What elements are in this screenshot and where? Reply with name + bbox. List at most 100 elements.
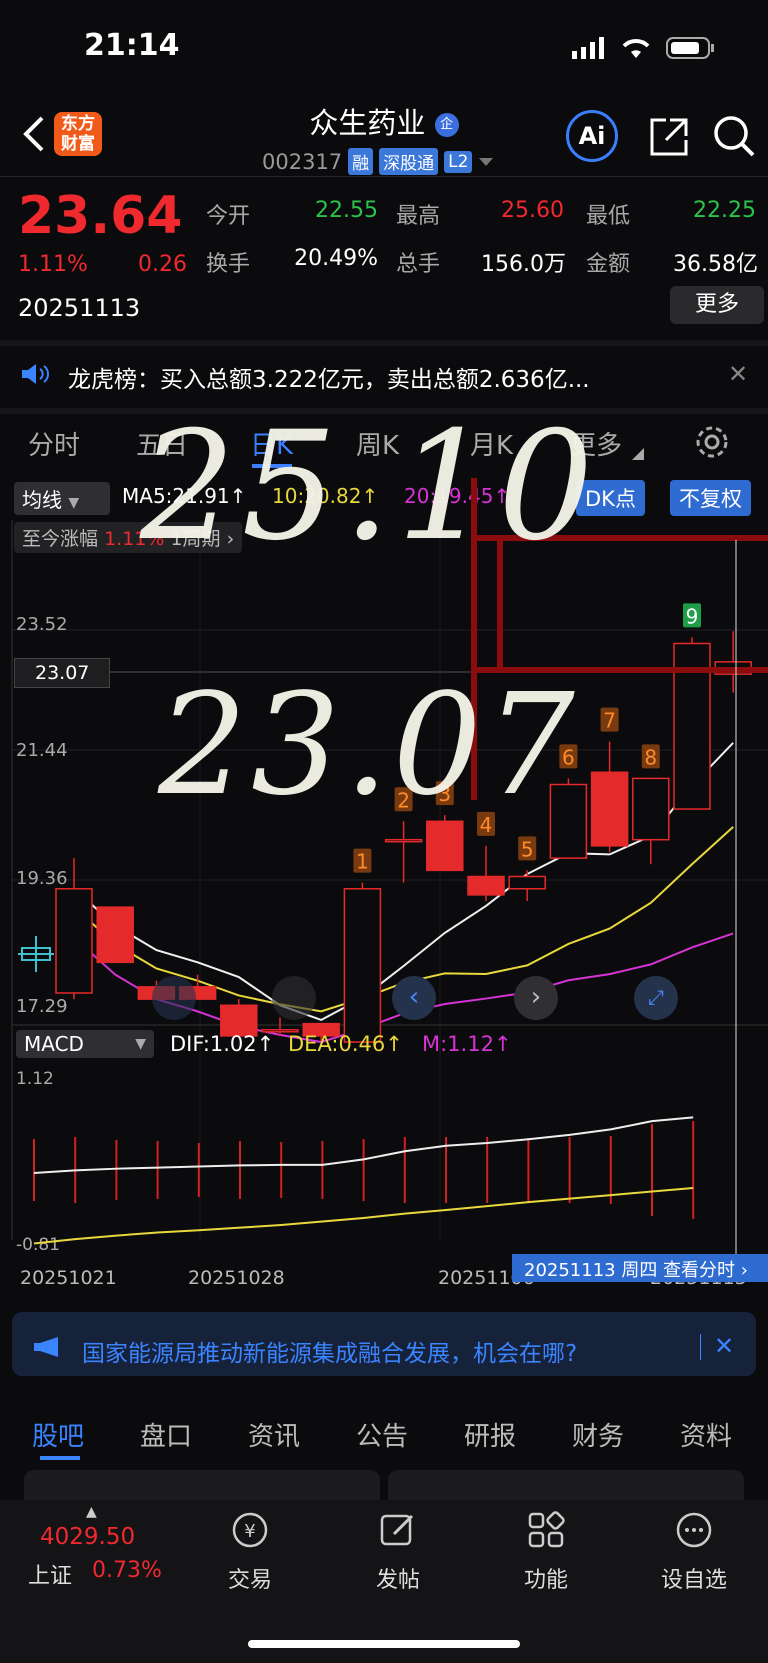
candle-body [632, 777, 670, 841]
promo-divider [700, 1334, 701, 1360]
low-value: 22.25 [693, 198, 756, 223]
candle-body [467, 875, 505, 896]
candle-body [426, 820, 464, 872]
scroll-left-button[interactable]: ‹ [392, 976, 436, 1020]
candle-body [508, 875, 546, 890]
macd-select[interactable]: MACD ▼ [16, 1030, 154, 1058]
dk-marker-label: 8 [644, 745, 657, 769]
stock-subline[interactable]: 002317 融 深股通 L2 [262, 148, 494, 175]
dea-value: DEA:0.46↑ [288, 1032, 403, 1056]
y-tick-label: 17.29 [16, 996, 68, 1017]
settings-gear-icon[interactable] [694, 424, 730, 460]
ai-assistant-button[interactable]: Ai [566, 110, 618, 162]
tab-news[interactable]: 资讯 [248, 1416, 300, 1453]
nav-trade[interactable]: ¥ 交易 [190, 1510, 310, 1594]
nav-watchlist[interactable]: 设自选 [634, 1510, 754, 1594]
dk-marker-label: 7 [603, 709, 616, 733]
candle-body [96, 906, 134, 964]
high-label: 最高 [396, 204, 441, 229]
tab-forum[interactable]: 股吧 [32, 1416, 84, 1453]
tag-connect: 深股通 [379, 148, 439, 175]
active-bottom-tab-indicator [40, 1456, 80, 1460]
view-intraday-button[interactable]: 20251113 周四 查看分时 › [512, 1254, 768, 1282]
zoom-in-button[interactable] [272, 976, 316, 1020]
nav-watchlist-label: 设自选 [660, 1568, 727, 1593]
nav-post[interactable]: 发帖 [338, 1510, 458, 1594]
m-value: M:1.12↑ [422, 1032, 512, 1056]
status-icons [572, 36, 716, 60]
stock-code: 002317 [262, 149, 343, 174]
kline-chart[interactable]: 23.5221.4419.3617.29 12 3456789 1.12-0.81… [0, 478, 768, 1308]
tab-order-book[interactable]: 盘口 [140, 1416, 192, 1453]
dif-value: DIF:1.02↑ [170, 1032, 275, 1056]
enterprise-badge: 企 [434, 113, 459, 137]
dk-marker-label: 5 [521, 837, 534, 861]
index-name[interactable]: 上证 [28, 1558, 72, 1590]
x-axis-label: 20251021 [20, 1267, 117, 1289]
dk-marker-label: 9 [686, 604, 699, 628]
home-indicator [248, 1640, 520, 1648]
y-tick-label: 19.36 [16, 868, 68, 889]
status-time: 21:14 [84, 28, 180, 63]
handwritten-price-23-07: 23.07 [158, 664, 579, 827]
battery-icon [666, 37, 714, 59]
nav-post-label: 发帖 [375, 1568, 420, 1593]
index-value[interactable]: 4029.50 [40, 1524, 135, 1550]
caret-down-icon [479, 157, 494, 166]
tab-finance[interactable]: 财务 [572, 1416, 624, 1453]
megaphone-icon [34, 1337, 58, 1357]
view-intraday-label: 20251113 周四 查看分时 [524, 1260, 736, 1281]
share-icon[interactable] [648, 116, 690, 158]
macd-panel: 1.12 -0.81 [16, 1069, 695, 1255]
last-price: 23.64 [18, 186, 183, 246]
macd-tick-label: 1.12 [16, 1069, 54, 1089]
dragon-tiger-notice[interactable]: 龙虎榜：买入总额3.222亿元，卖出总额2.636亿... [68, 360, 590, 394]
stock-name-text: 众生药业 [309, 106, 426, 140]
turnover-label: 换手 [206, 252, 251, 277]
candle-body [55, 888, 93, 994]
candle-body [343, 888, 382, 1043]
tab-research[interactable]: 研报 [464, 1416, 516, 1453]
close-icon[interactable]: ✕ [728, 360, 748, 388]
low-label: 最低 [586, 204, 631, 229]
svg-text:¥: ¥ [244, 1521, 255, 1542]
candle-body [384, 838, 423, 843]
expand-icon[interactable]: ⤢ [634, 976, 678, 1020]
search-icon[interactable] [712, 114, 756, 158]
nav-function[interactable]: 功能 [486, 1510, 606, 1594]
speaker-icon [22, 364, 49, 384]
trade-icon: ¥ [232, 1512, 268, 1548]
open-value: 22.55 [315, 198, 378, 223]
more-dots-icon [676, 1512, 712, 1548]
close-icon[interactable]: ✕ [714, 1332, 734, 1360]
tab-profile[interactable]: 资料 [680, 1416, 732, 1453]
header-divider [0, 176, 768, 177]
grid-icon [528, 1511, 565, 1548]
tab-announcements[interactable]: 公告 [356, 1416, 408, 1453]
edit-icon [380, 1514, 414, 1546]
quote-date: 20251113 [18, 294, 141, 322]
signal-icon [572, 37, 604, 59]
index-percent[interactable]: 0.73% [92, 1558, 162, 1583]
zoom-out-button[interactable] [152, 976, 196, 1020]
chart-grid [11, 520, 768, 1240]
crosshair-icon[interactable] [18, 936, 54, 972]
scroll-right-button[interactable]: › [514, 976, 558, 1020]
quote-divider [0, 340, 768, 346]
dk-marker-label: 1 [356, 850, 369, 874]
amount-value: 36.58亿 [673, 252, 758, 277]
more-quote-button[interactable]: 更多 [670, 286, 764, 324]
macd-select-label: MACD [24, 1032, 84, 1056]
high-value: 25.60 [501, 198, 564, 223]
ref-price-label: 23.07 [14, 658, 110, 688]
nav-trade-label: 交易 [227, 1568, 272, 1593]
post-card-peek [388, 1470, 744, 1500]
open-label: 今开 [206, 204, 251, 229]
caret-down-icon [632, 448, 644, 460]
tab-intraday[interactable]: 分时 [28, 425, 80, 462]
nav-function-label: 功能 [523, 1568, 568, 1593]
change-amount: 0.26 [138, 252, 187, 277]
user-drawn-boxes [471, 478, 768, 1254]
macd-tick-label: -0.81 [16, 1235, 60, 1255]
tag-l2: L2 [444, 150, 473, 173]
